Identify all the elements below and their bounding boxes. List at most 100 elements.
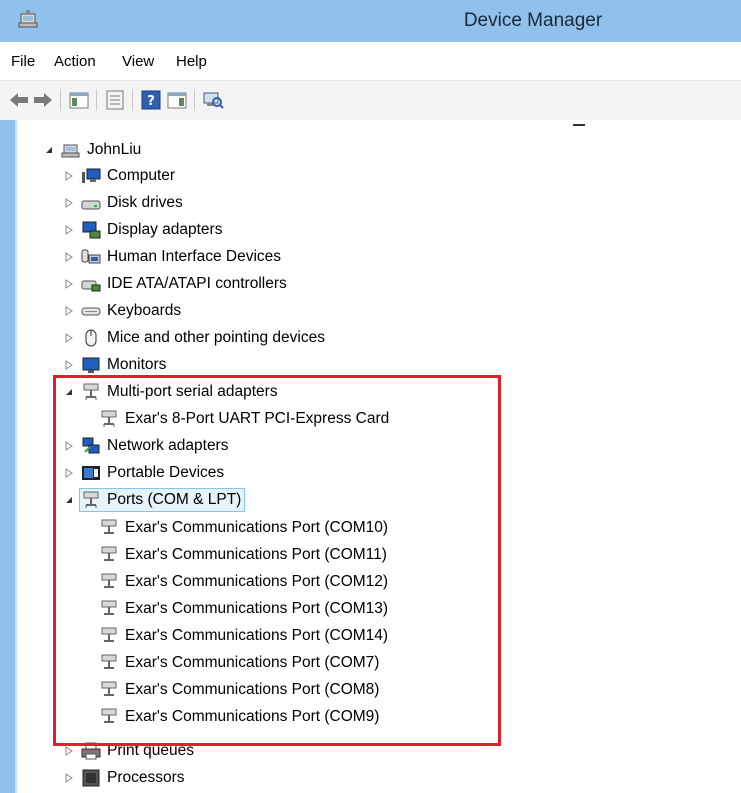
tree-item-label: Exar's Communications Port (COM8) xyxy=(125,681,380,698)
expand-arrow-icon[interactable] xyxy=(63,745,75,757)
tree-item-com-port[interactable]: Exar's Communications Port (COM11) xyxy=(99,542,387,568)
computer-tree-icon xyxy=(61,140,81,160)
help-icon[interactable]: ? xyxy=(140,88,162,112)
back-arrow-icon[interactable] xyxy=(8,88,30,112)
processor-icon xyxy=(81,768,101,788)
tree-item-display-adapters[interactable]: Display adapters xyxy=(63,217,222,243)
expand-arrow-icon[interactable] xyxy=(63,467,75,479)
monitor-icon xyxy=(81,355,101,375)
collapse-arrow-icon[interactable] xyxy=(63,494,75,506)
expand-arrow-icon[interactable] xyxy=(63,332,75,344)
tree-item-label: Multi-port serial adapters xyxy=(107,383,278,400)
port-icon xyxy=(99,545,119,565)
menu-bar: File Action View Help xyxy=(0,42,741,80)
serial-port-icon xyxy=(81,382,101,402)
expand-arrow-icon[interactable] xyxy=(63,251,75,263)
mouse-icon xyxy=(81,328,101,348)
device-tree: JohnLiu Computer Disk drives Display ada… xyxy=(17,120,741,793)
serial-port-icon xyxy=(99,409,119,429)
tree-item-ports-selection[interactable]: Ports (COM & LPT) xyxy=(79,488,246,512)
port-icon xyxy=(99,572,119,592)
expand-arrow-icon[interactable] xyxy=(63,440,75,452)
expand-arrow-icon[interactable] xyxy=(63,170,75,182)
tree-item-ports[interactable]: Ports (COM & LPT) xyxy=(63,487,246,513)
menu-help[interactable]: Help xyxy=(176,53,207,70)
show-hide-console-tree-icon[interactable] xyxy=(68,88,90,112)
tree-root[interactable]: JohnLiu xyxy=(43,137,141,163)
tree-item-keyboards[interactable]: Keyboards xyxy=(63,298,181,324)
tree-item-multiport-serial-adapters[interactable]: Multi-port serial adapters xyxy=(63,379,278,405)
port-icon xyxy=(99,626,119,646)
root-label: JohnLiu xyxy=(87,141,142,158)
tree-item-human-interface-devices[interactable]: Human Interface Devices xyxy=(63,244,281,270)
toolbar-separator xyxy=(194,89,195,111)
tree-item-label: Exar's Communications Port (COM10) xyxy=(125,519,389,536)
window-left-frame xyxy=(0,120,15,793)
expand-arrow-icon[interactable] xyxy=(63,197,75,209)
hid-device-icon xyxy=(81,247,101,267)
display-adapter-icon xyxy=(81,220,101,240)
tree-item-com-port[interactable]: Exar's Communications Port (COM13) xyxy=(99,596,388,622)
tree-item-com-port[interactable]: Exar's Communications Port (COM12) xyxy=(99,569,388,595)
properties-icon[interactable] xyxy=(104,88,126,112)
tree-item-label: Exar's Communications Port (COM14) xyxy=(125,627,389,644)
toolbar: ? xyxy=(0,80,741,120)
window-title: Device Manager xyxy=(463,10,603,31)
scan-hardware-changes-icon[interactable] xyxy=(202,88,224,112)
collapse-arrow-icon[interactable] xyxy=(43,144,55,156)
tree-item-portable-devices[interactable]: Portable Devices xyxy=(63,460,224,486)
tree-item-label: Disk drives xyxy=(107,194,183,211)
tree-item-mice[interactable]: Mice and other pointing devices xyxy=(63,325,325,351)
tree-item-label: Exar's 8-Port UART PCI-Express Card xyxy=(125,410,390,427)
tree-item-label: Keyboards xyxy=(107,302,182,319)
tree-item-label: Exar's Communications Port (COM9) xyxy=(125,708,380,725)
title-bar[interactable]: Device Manager xyxy=(0,0,741,42)
tree-item-label: Network adapters xyxy=(107,437,229,454)
tree-item-label: Exar's Communications Port (COM7) xyxy=(125,654,380,671)
tree-item-ide-controllers[interactable]: IDE ATA/ATAPI controllers xyxy=(63,271,287,297)
tree-item-label: Exar's Communications Port (COM13) xyxy=(125,600,389,617)
svg-text:?: ? xyxy=(147,94,155,109)
tree-item-label: Processors xyxy=(107,769,185,786)
tree-item-label: Monitors xyxy=(107,356,167,373)
port-icon xyxy=(99,707,119,727)
expand-arrow-icon[interactable] xyxy=(63,772,75,784)
toolbar-separator xyxy=(60,89,61,111)
toolbar-separator xyxy=(96,89,97,111)
portable-device-icon xyxy=(81,463,101,483)
port-icon xyxy=(99,518,119,538)
disk-drive-icon xyxy=(81,193,101,213)
expand-arrow-icon[interactable] xyxy=(63,359,75,371)
tree-item-computer[interactable]: Computer xyxy=(63,163,175,189)
tree-item-monitors[interactable]: Monitors xyxy=(63,352,166,378)
port-icon xyxy=(99,680,119,700)
forward-arrow-icon[interactable] xyxy=(32,88,54,112)
expand-arrow-icon[interactable] xyxy=(63,305,75,317)
tree-item-com-port[interactable]: Exar's Communications Port (COM14) xyxy=(99,623,388,649)
tree-item-processors[interactable]: Processors xyxy=(63,765,185,791)
tree-item-print-queues[interactable]: Print queues xyxy=(63,738,194,764)
tree-item-com-port[interactable]: Exar's Communications Port (COM8) xyxy=(99,677,379,703)
tree-item-label: Computer xyxy=(107,167,176,184)
port-icon xyxy=(99,599,119,619)
action-pane-icon[interactable] xyxy=(166,88,188,112)
menu-file[interactable]: File xyxy=(11,53,35,70)
tree-item-label: Exar's Communications Port (COM11) xyxy=(125,546,387,563)
menu-view[interactable]: View xyxy=(122,53,154,70)
tree-item-com-port[interactable]: Exar's Communications Port (COM10) xyxy=(99,515,388,541)
monitor-tree-icon xyxy=(81,166,101,186)
tree-item-network-adapters[interactable]: Network adapters xyxy=(63,433,228,459)
port-icon xyxy=(81,490,101,510)
tree-item-disk-drives[interactable]: Disk drives xyxy=(63,190,183,216)
tree-item-exar-uart-card[interactable]: Exar's 8-Port UART PCI-Express Card xyxy=(99,406,389,432)
collapse-arrow-icon[interactable] xyxy=(63,386,75,398)
tree-item-label: Human Interface Devices xyxy=(107,248,282,265)
expand-arrow-icon[interactable] xyxy=(63,224,75,236)
tree-item-label: Portable Devices xyxy=(107,464,225,481)
tree-item-com-port[interactable]: Exar's Communications Port (COM9) xyxy=(99,704,379,730)
expand-arrow-icon[interactable] xyxy=(63,278,75,290)
menu-action[interactable]: Action xyxy=(54,53,96,70)
tree-item-com-port[interactable]: Exar's Communications Port (COM7) xyxy=(99,650,379,676)
tree-item-label: IDE ATA/ATAPI controllers xyxy=(107,275,287,292)
port-icon xyxy=(99,653,119,673)
